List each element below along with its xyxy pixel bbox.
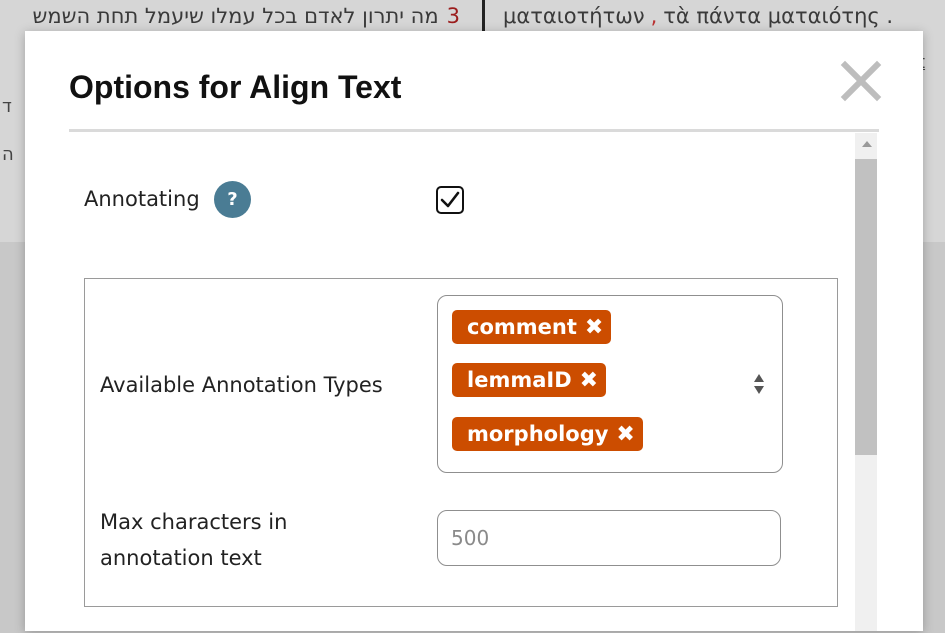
- tag-comment[interactable]: comment ✖: [452, 310, 612, 345]
- hebrew-verse-text: מה יתרון לאדם בכל עמלו שיעמל תחת השמש: [32, 4, 439, 28]
- tag-label: morphology: [467, 422, 609, 446]
- annotation-options-group: Available Annotation Types comment ✖ lemm…: [84, 278, 838, 607]
- max-chars-label: Max characters in annotation text: [100, 510, 288, 570]
- hebrew-verse-number: 3: [446, 4, 460, 28]
- remove-tag-icon[interactable]: ✖: [585, 311, 603, 345]
- remove-tag-icon[interactable]: ✖: [580, 364, 598, 398]
- sort-arrows-icon: [754, 374, 764, 394]
- scroll-up-arrow-icon[interactable]: [862, 141, 872, 147]
- annotation-types-select[interactable]: comment ✖ lemmaID ✖ morphology ✖: [437, 295, 783, 473]
- annotating-checkbox[interactable]: [436, 186, 464, 214]
- dialog-title: Options for Align Text: [69, 69, 402, 105]
- dialog-body: Annotating ? Available Annotation Types …: [69, 133, 879, 633]
- annotating-label: Annotating: [84, 187, 200, 211]
- greek-verse: ματαιοτήτων, τὰ πάντα ματαιότης .: [503, 4, 893, 28]
- tag-lemmaid[interactable]: lemmaID ✖: [452, 363, 607, 398]
- annotation-types-label: Available Annotation Types: [100, 373, 383, 397]
- background-fragment-left-1: ד: [2, 96, 12, 117]
- options-dialog: Options for Align Text Annotating ? Avai…: [25, 31, 923, 631]
- checkmark-icon: [440, 191, 460, 208]
- background-fragment-left-2: ה: [2, 144, 14, 165]
- greek-period: .: [886, 4, 894, 28]
- title-divider: [69, 129, 879, 132]
- remove-tag-icon[interactable]: ✖: [616, 418, 634, 452]
- max-chars-input[interactable]: [437, 510, 781, 566]
- tag-label: lemmaID: [467, 368, 572, 392]
- scrollbar-thumb[interactable]: [855, 159, 877, 455]
- greek-verse-text-2: τὰ πάντα ματαιότης: [663, 4, 880, 28]
- greek-verse-text: ματαιοτήτων: [503, 4, 645, 28]
- close-icon[interactable]: [837, 57, 885, 105]
- greek-comma: ,: [650, 4, 658, 28]
- tag-label: comment: [467, 315, 577, 339]
- tag-morphology[interactable]: morphology ✖: [452, 417, 643, 451]
- hebrew-verse: 3 מה יתרון לאדם בכל עמלו שיעמל תחת השמש: [33, 4, 460, 28]
- question-mark-icon[interactable]: ?: [214, 181, 251, 218]
